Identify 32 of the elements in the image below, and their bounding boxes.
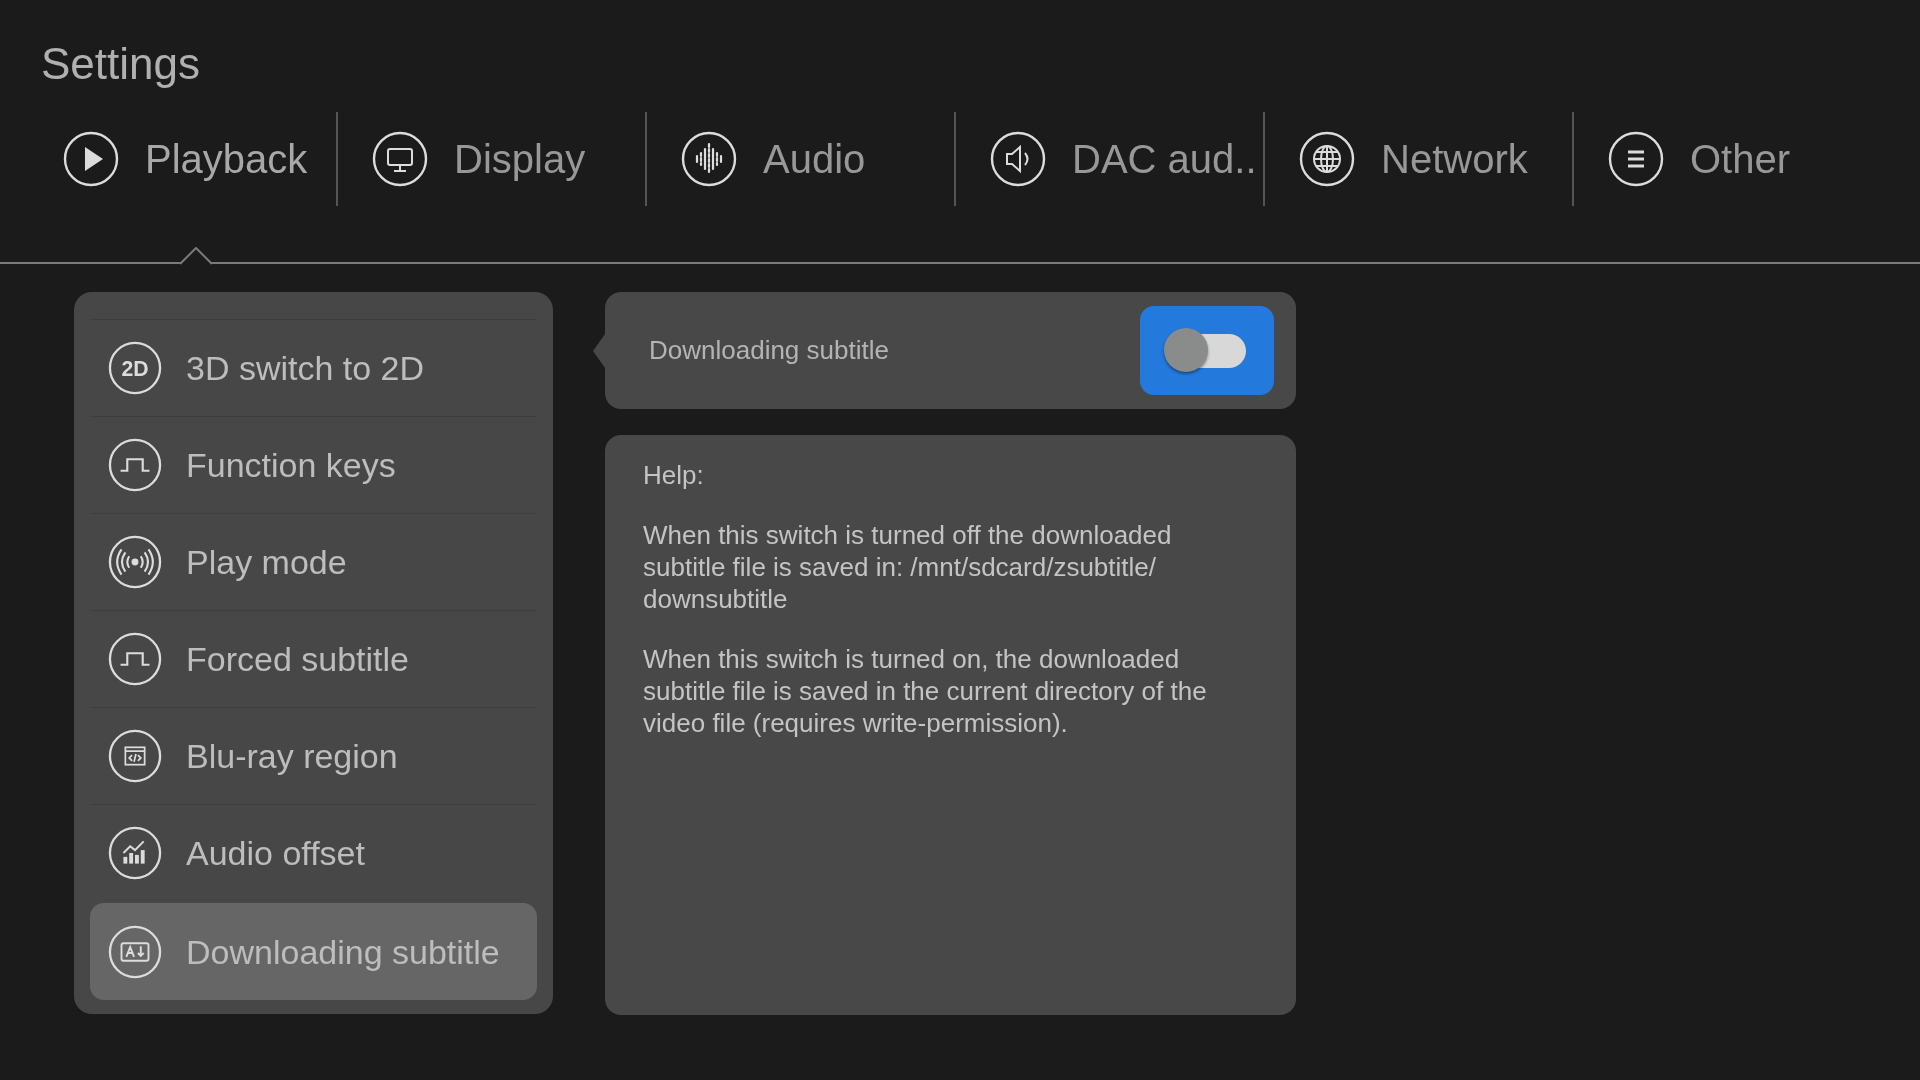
globe-icon — [1299, 131, 1355, 187]
page-title: Settings — [41, 38, 201, 90]
menu-item[interactable]: Blu-ray region — [90, 707, 537, 804]
code-window-icon — [108, 729, 162, 783]
menu-item[interactable]: Forced subtitle — [90, 610, 537, 707]
play-icon — [63, 131, 119, 187]
menu-item[interactable]: Play mode — [90, 513, 537, 610]
menu-item[interactable]: 2D 3D switch to 2D — [90, 319, 537, 416]
speaker-icon — [990, 131, 1046, 187]
setting-label: Downloading subtitle — [649, 335, 889, 366]
2d-icon: 2D — [108, 341, 162, 395]
broadcast-icon — [108, 535, 162, 589]
sound-wave-icon — [681, 131, 737, 187]
menu-icon — [1608, 131, 1664, 187]
subtitle-download-icon — [108, 925, 162, 979]
square-pulse-icon — [108, 632, 162, 686]
tab[interactable]: Audio — [647, 112, 956, 206]
help-paragraph: When this switch is turned on, the downloaded subtitle file is saved in the current directory of the video file (requires write-permission). — [643, 643, 1208, 739]
help-paragraph: When this switch is turned off the downloaded subtitle file is saved in: /mnt/sdcard/zsubtitle/ downsubtitle — [643, 519, 1173, 615]
tab[interactable]: Display — [338, 112, 647, 206]
tab[interactable]: Other — [1574, 112, 1883, 206]
menu-item[interactable]: Function keys — [90, 416, 537, 513]
tab[interactable]: Playback — [29, 112, 338, 206]
menu-item[interactable]: Audio offset — [90, 804, 537, 901]
toggle-switch[interactable] — [1140, 306, 1274, 395]
monitor-icon — [372, 131, 428, 187]
square-pulse-icon — [108, 438, 162, 492]
bar-chart-icon — [108, 826, 162, 880]
menu-item[interactable]: Downloading subtitle — [90, 903, 537, 1000]
tab[interactable]: DAC aud.. — [956, 112, 1265, 206]
help-heading: Help: — [643, 459, 705, 491]
tab[interactable]: Network — [1265, 112, 1574, 206]
